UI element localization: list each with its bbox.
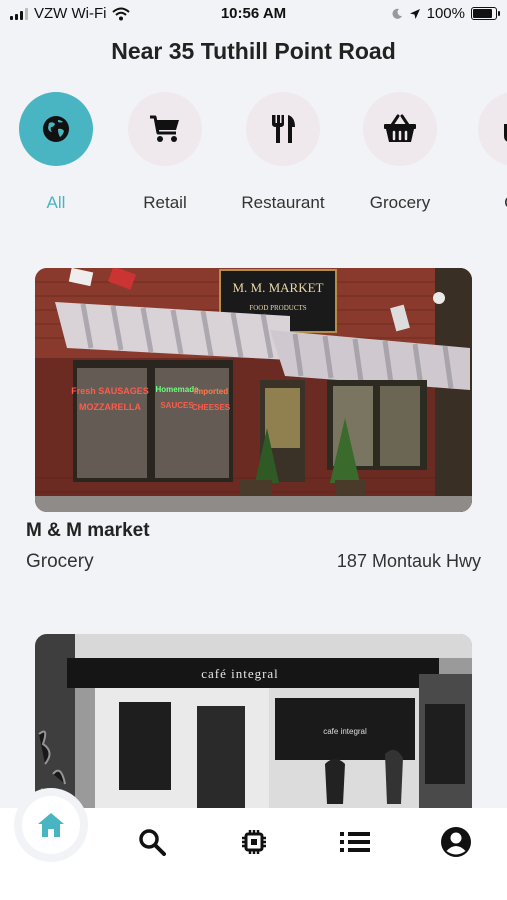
page-title: Near 35 Tuthill Point Road [111, 38, 396, 64]
category-restaurant-circle[interactable] [246, 92, 320, 166]
nav-home[interactable] [22, 796, 80, 854]
category-grocery[interactable]: Grocery [342, 92, 458, 213]
status-right: 100% [391, 5, 500, 22]
nav-search[interactable] [132, 822, 172, 862]
listing-name[interactable]: M & M market [26, 520, 150, 542]
category-retail-label: Retail [143, 193, 187, 212]
listing-address: 187 Montauk Hwy [336, 551, 481, 571]
list-icon [340, 832, 370, 852]
basket-icon [384, 114, 416, 142]
cart-icon [150, 115, 179, 142]
search-icon [139, 829, 166, 856]
category-retail-circle[interactable] [128, 92, 202, 166]
cafe-sign-text: café integral [201, 666, 279, 681]
category-bar[interactable]: All Retail Restaurant Grocery [0, 92, 507, 222]
category-coffee[interactable]: Co [457, 92, 507, 213]
category-coffee-circle[interactable] [478, 92, 507, 166]
shop-sign-subtext: FOOD PRODUCTS [249, 304, 306, 312]
category-all-circle[interactable] [19, 92, 93, 166]
home-icon [38, 813, 64, 837]
category-all[interactable]: All [0, 92, 114, 213]
category-all-label: All [46, 193, 66, 212]
utensils-icon [272, 115, 295, 143]
nav-chip[interactable] [234, 822, 274, 862]
listing-photo-2[interactable]: café integral cafe integral [35, 634, 472, 808]
neon-sign-left-1: Fresh SAUSAGES [71, 386, 149, 396]
category-coffee-label: Co [457, 193, 507, 213]
neon-sign-mid-2: SAUCES [160, 401, 194, 410]
category-restaurant-label: Restaurant [241, 193, 325, 212]
nav-list[interactable] [335, 822, 375, 862]
listing-photo[interactable]: M. M. MARKET FOOD PRODUCTS Fresh SAUSAGE… [35, 268, 472, 512]
status-bar: VZW Wi-Fi 10:56 AM 100% [0, 0, 507, 28]
neon-sign-mid-1: Homemade [155, 385, 199, 394]
cafe-window-text: cafe integral [323, 727, 367, 736]
account-icon [441, 827, 471, 857]
nav-profile[interactable] [436, 822, 476, 862]
listing-category: Grocery [26, 551, 94, 572]
location-arrow-icon [409, 8, 420, 19]
battery-percent: 100% [426, 5, 465, 22]
shop-sign-text: M. M. MARKET [232, 280, 323, 295]
neon-sign-right-2: CHEESES [192, 403, 231, 412]
neon-sign-right-1: Imported [194, 387, 228, 396]
globe-icon [43, 116, 69, 142]
category-grocery-label: Grocery [369, 193, 431, 212]
category-restaurant[interactable]: Restaurant [225, 92, 341, 213]
coffee-icon [504, 124, 507, 142]
neon-sign-left-2: MOZZARELLA [79, 402, 141, 412]
moon-icon [392, 8, 402, 19]
category-grocery-circle[interactable] [363, 92, 437, 166]
storefront-photo-2: café integral cafe integral [35, 634, 472, 808]
storefront-photo: M. M. MARKET FOOD PRODUCTS Fresh SAUSAGE… [35, 268, 472, 512]
battery-icon [471, 7, 500, 20]
chip-icon [242, 830, 266, 854]
category-retail[interactable]: Retail [107, 92, 223, 213]
battery-fill [473, 9, 492, 18]
